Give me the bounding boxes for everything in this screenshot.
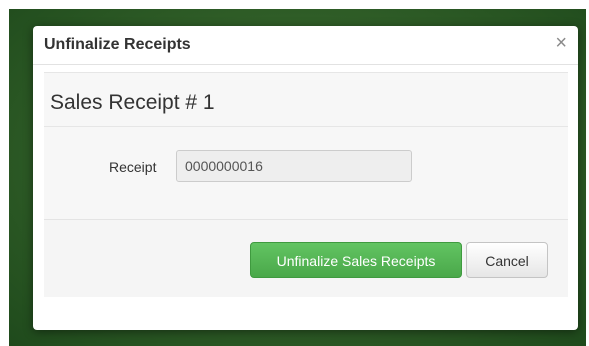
cancel-button[interactable]: Cancel <box>466 242 548 278</box>
receipt-label: Receipt <box>109 159 157 175</box>
unfinalize-sales-receipts-button[interactable]: Unfinalize Sales Receipts <box>250 242 462 278</box>
receipt-section: Sales Receipt # 1 Receipt <box>44 72 568 219</box>
dialog-title: Unfinalize Receipts <box>44 36 191 53</box>
unfinalize-receipts-dialog: Unfinalize Receipts × Sales Receipt # 1 … <box>33 26 578 330</box>
close-icon[interactable]: × <box>555 33 567 53</box>
section-divider <box>44 126 568 127</box>
dialog-header: Unfinalize Receipts × <box>33 26 578 65</box>
receipt-input[interactable] <box>176 150 412 182</box>
dialog-footer: Unfinalize Sales Receipts Cancel <box>44 219 568 297</box>
section-title: Sales Receipt # 1 <box>50 91 215 114</box>
